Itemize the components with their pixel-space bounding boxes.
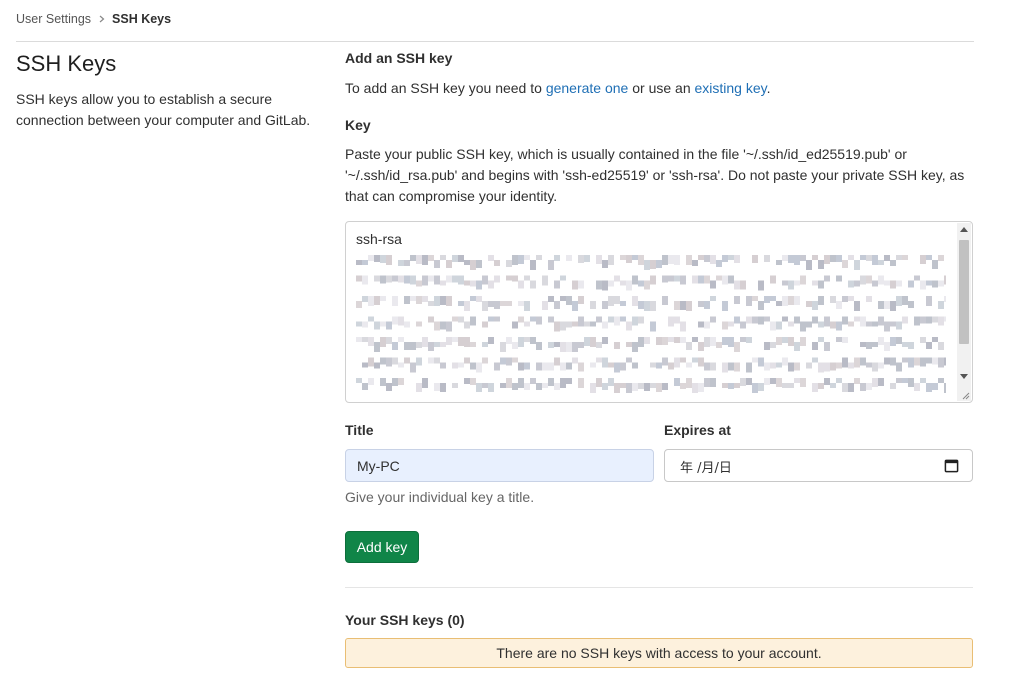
chevron-right-icon xyxy=(99,15,105,23)
title-input[interactable] xyxy=(345,449,654,482)
key-textarea-value: ssh-rsa xyxy=(356,231,402,247)
scrollbar-thumb[interactable] xyxy=(959,240,969,344)
intro-prefix: To add an SSH key you need to xyxy=(345,80,546,96)
breadcrumb-user-settings[interactable]: User Settings xyxy=(16,12,91,26)
settings-sidebar: SSH Keys SSH keys allow you to establish… xyxy=(16,50,326,131)
add-ssh-key-form: Add an SSH key To add an SSH key you nee… xyxy=(345,48,973,668)
scroll-up-arrow-icon[interactable] xyxy=(960,227,968,232)
your-ssh-keys-heading: Your SSH keys (0) xyxy=(345,612,465,628)
date-placeholder: 年 /月/日 xyxy=(680,461,732,476)
key-help-text: Paste your public SSH key, which is usua… xyxy=(345,146,965,204)
existing-key-link[interactable]: existing key xyxy=(695,80,767,96)
resize-grip-icon[interactable] xyxy=(960,390,970,400)
title-hint: Give your individual key a title. xyxy=(345,489,535,505)
breadcrumb: User Settings SSH Keys xyxy=(16,11,171,27)
breadcrumb-ssh-keys: SSH Keys xyxy=(112,12,172,26)
generate-one-link[interactable]: generate one xyxy=(546,80,629,96)
title-label: Title xyxy=(345,422,374,438)
page-description: SSH keys allow you to establish a secure… xyxy=(16,91,311,128)
expires-date-input[interactable]: 年 /月/日 xyxy=(664,449,973,482)
key-label: Key xyxy=(345,117,371,133)
section-divider xyxy=(345,587,973,588)
page-title: SSH Keys xyxy=(16,51,117,76)
intro-suffix: . xyxy=(766,80,771,96)
redacted-key-content xyxy=(356,255,946,393)
add-ssh-key-heading: Add an SSH key xyxy=(345,50,453,66)
no-keys-message: There are no SSH keys with access to you… xyxy=(496,645,822,661)
key-textarea[interactable]: ssh-rsa xyxy=(345,221,973,403)
add-key-button[interactable]: Add key xyxy=(345,531,419,563)
header-divider xyxy=(16,41,974,42)
add-key-intro: To add an SSH key you need to generate o… xyxy=(345,78,973,98)
expires-label: Expires at xyxy=(664,422,731,438)
no-keys-alert: There are no SSH keys with access to you… xyxy=(345,638,973,668)
intro-middle: or use an xyxy=(628,80,695,96)
textarea-scrollbar[interactable] xyxy=(957,223,971,401)
calendar-icon[interactable] xyxy=(944,458,959,473)
scroll-down-arrow-icon[interactable] xyxy=(960,374,968,379)
